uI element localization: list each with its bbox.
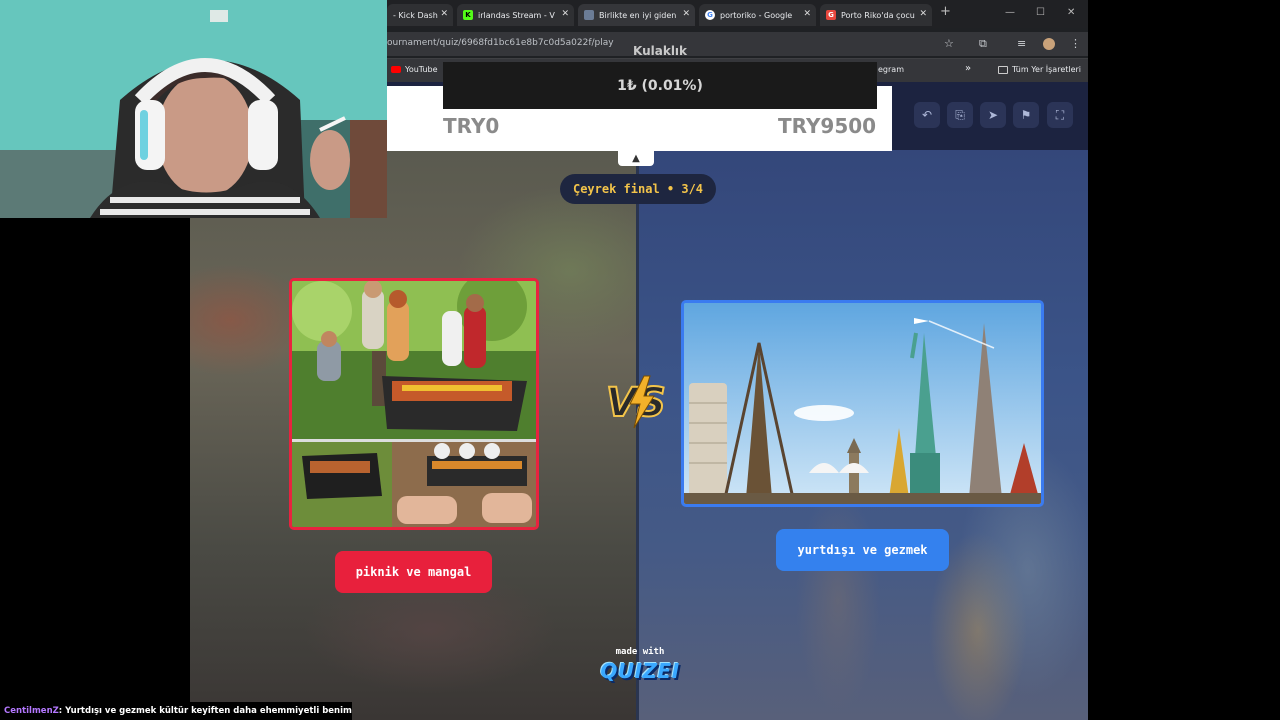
folder-icon bbox=[998, 65, 1008, 74]
quizei-logo[interactable]: QUIZEI bbox=[600, 659, 680, 683]
minimize-icon[interactable]: — bbox=[1005, 7, 1015, 18]
quiz-game-area: ▲ Çeyrek final • 3/4 piknik ve mangal yu… bbox=[190, 150, 1088, 720]
address-bar[interactable]: ournament/quiz/6968fd1bc61e8b7c0d5a022f/… bbox=[387, 32, 1088, 56]
round-badge: Çeyrek final • 3/4 bbox=[560, 174, 716, 204]
site-icon bbox=[584, 10, 594, 20]
close-icon[interactable]: ✕ bbox=[440, 9, 448, 19]
share-icon[interactable]: ⎘ bbox=[947, 102, 973, 128]
close-icon[interactable]: ✕ bbox=[803, 9, 811, 19]
profile-avatar-icon[interactable] bbox=[1043, 38, 1055, 50]
right-option-button[interactable]: yurtdışı ve gezmek bbox=[776, 529, 949, 571]
donation-progress-text: 1₺ (0.01%) bbox=[617, 77, 703, 94]
tab-label: irlandas Stream - V bbox=[478, 10, 555, 20]
bookmark-youtube[interactable]: YouTube bbox=[391, 65, 438, 74]
close-icon[interactable]: ✕ bbox=[682, 9, 690, 19]
tab-portoriko-google[interactable]: G portoriko - Google ✕ bbox=[699, 4, 816, 26]
extensions-icon[interactable]: ⧉ bbox=[979, 37, 987, 51]
youtube-icon bbox=[391, 66, 401, 73]
chat-message: CentilmenZ: Yurtdışı ve gezmek kültür ke… bbox=[0, 702, 352, 720]
webcam-feed bbox=[0, 0, 387, 218]
url-text[interactable]: ournament/quiz/6968fd1bc61e8b7c0d5a022f/… bbox=[387, 38, 614, 48]
made-with-label: made with bbox=[615, 647, 665, 657]
tab-kick-dashboard[interactable]: - Kick Dash ✕ bbox=[387, 4, 453, 26]
media-icon[interactable]: ≡ bbox=[1017, 37, 1026, 50]
stream-layout: ▲ Çeyrek final • 3/4 piknik ve mangal yu… bbox=[0, 0, 1280, 720]
tab-porto-riko[interactable]: G Porto Riko'da çocu ✕ bbox=[820, 4, 932, 26]
tab-label: Birlikte en iyi giden bbox=[599, 10, 677, 20]
bookmark-all[interactable]: Tüm Yer İşaretleri bbox=[998, 65, 1081, 74]
picnic-bbq-photo bbox=[292, 281, 536, 527]
site-icon: G bbox=[826, 10, 836, 20]
tab-strip: - Kick Dash ✕ K irlandas Stream - V ✕ Bi… bbox=[387, 0, 1088, 28]
chevron-right-icon[interactable]: » bbox=[965, 63, 971, 74]
bookmark-telegram[interactable]: egram bbox=[878, 65, 904, 74]
tab-label: - Kick Dash bbox=[393, 10, 438, 20]
undo-icon[interactable]: ↶ bbox=[914, 102, 940, 128]
bookmark-label: Tüm Yer İşaretleri bbox=[1012, 65, 1082, 74]
star-icon[interactable]: ☆ bbox=[944, 37, 954, 50]
close-window-icon[interactable]: ✕ bbox=[1067, 7, 1075, 18]
vs-icon: VS bbox=[605, 375, 667, 429]
new-tab-icon[interactable]: + bbox=[940, 4, 951, 19]
left-option-image[interactable] bbox=[289, 278, 539, 530]
send-icon[interactable]: ➤ bbox=[980, 102, 1006, 128]
close-icon[interactable]: ✕ bbox=[561, 9, 569, 19]
fullscreen-icon[interactable]: ⛶ bbox=[1047, 102, 1073, 128]
kick-icon: K bbox=[463, 10, 473, 20]
right-option-image[interactable] bbox=[681, 300, 1044, 507]
center-divider bbox=[636, 150, 639, 720]
chevron-up-icon[interactable]: ▲ bbox=[618, 150, 654, 166]
donation-goal-title: Kulaklık bbox=[633, 44, 688, 58]
world-landmarks-photo bbox=[684, 303, 1041, 504]
flag-icon[interactable]: ⚑ bbox=[1013, 102, 1039, 128]
close-icon[interactable]: ✕ bbox=[919, 9, 927, 19]
chat-username: CentilmenZ bbox=[4, 706, 59, 716]
tab-label: portoriko - Google bbox=[720, 10, 793, 20]
streamer-webcam-image bbox=[0, 0, 387, 218]
left-option-button[interactable]: piknik ve mangal bbox=[335, 551, 492, 593]
menu-icon[interactable]: ⋮ bbox=[1070, 37, 1081, 50]
tab-label: Porto Riko'da çocu bbox=[841, 10, 915, 20]
goal-max-label: TRY9500 bbox=[778, 114, 877, 138]
goal-min-label: TRY0 bbox=[443, 114, 500, 138]
tab-irlandas-stream[interactable]: K irlandas Stream - V ✕ bbox=[457, 4, 574, 26]
maximize-icon[interactable]: ☐ bbox=[1036, 7, 1045, 18]
chat-text: : Yurtdışı ve gezmek kültür keyiften dah… bbox=[58, 706, 352, 716]
tab-birlikte[interactable]: Birlikte en iyi giden ✕ bbox=[578, 4, 695, 26]
bookmark-label: YouTube bbox=[405, 65, 438, 74]
google-icon: G bbox=[705, 10, 715, 20]
donation-progress-bar: 1₺ (0.01%) bbox=[443, 62, 877, 109]
